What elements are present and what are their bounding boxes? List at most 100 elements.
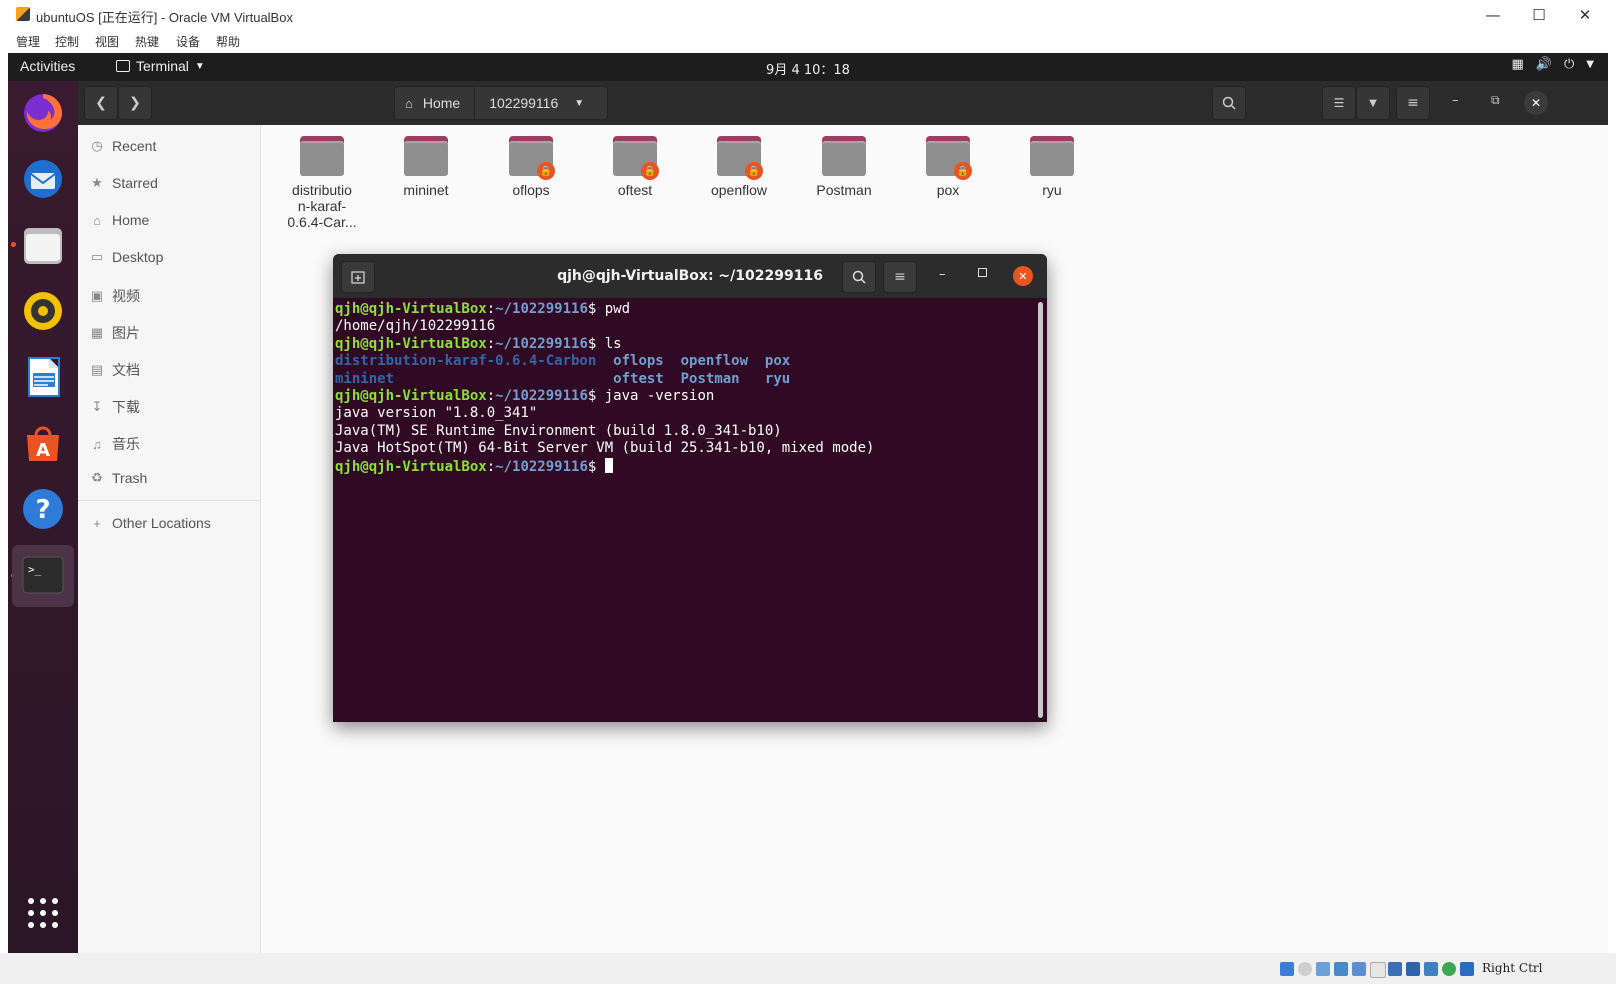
menu-view[interactable]: 视图 — [95, 33, 119, 50]
network-icon[interactable] — [1334, 962, 1348, 976]
close-button[interactable]: ✕ — [1562, 0, 1608, 30]
folder-icon — [822, 136, 866, 176]
system-tray[interactable]: ▦ 🔊 ⏻ ▼ — [1512, 57, 1594, 72]
files-close-button[interactable]: ✕ — [1524, 91, 1548, 115]
files-icon[interactable] — [19, 221, 67, 269]
folder-item[interactable]: 🔒 openflow — [687, 136, 791, 198]
terminal-headerbar: qjh@qjh-VirtualBox: ~/102299116 ≡ – ✕ — [333, 254, 1047, 298]
folder-item[interactable]: 🔒 oftest — [583, 136, 687, 198]
terminal-maximize-button[interactable] — [978, 268, 987, 277]
folder-item[interactable]: ryu — [1000, 136, 1104, 198]
caret-down-icon: ▼ — [1369, 97, 1377, 109]
files-minimize-button[interactable]: – — [1452, 93, 1459, 108]
recording-icon[interactable] — [1406, 962, 1420, 976]
path-bar: ⌂ Home 102299116 ▼ — [394, 86, 608, 120]
rhythmbox-icon[interactable] — [19, 287, 67, 335]
optical-drive-icon[interactable] — [1298, 962, 1312, 976]
folder-item[interactable]: Postman — [792, 136, 896, 198]
terminal-menu-button[interactable]: ≡ — [883, 261, 917, 293]
sidebar-item-videos[interactable]: ▣ 视频 — [90, 286, 140, 306]
sidebar-item-other-locations[interactable]: + Other Locations — [90, 515, 211, 531]
files-restore-button[interactable]: ⧉ — [1491, 93, 1500, 108]
shared-folders-icon[interactable] — [1370, 962, 1386, 978]
firefox-icon[interactable] — [19, 89, 67, 137]
path-separator — [474, 87, 476, 119]
help-icon[interactable]: ? — [19, 485, 67, 533]
usb-icon[interactable] — [1352, 962, 1366, 976]
menu-control[interactable]: 控制 — [55, 33, 79, 50]
terminal-output-line: Java(TM) SE Runtime Environment (build 1… — [335, 422, 782, 439]
sidebar-item-label: 图片 — [112, 325, 140, 341]
sidebar-item-starred[interactable]: ★ Starred — [90, 175, 158, 191]
ubuntu-software-icon[interactable]: A — [19, 419, 67, 467]
sidebar-item-trash[interactable]: ♻ Trash — [90, 470, 147, 486]
sidebar-item-label: Trash — [112, 470, 148, 486]
show-applications-icon[interactable] — [19, 889, 67, 937]
audio-icon[interactable] — [1316, 962, 1330, 976]
sidebar-item-home[interactable]: ⌂ Home — [90, 212, 149, 228]
thunderbird-icon[interactable] — [19, 155, 67, 203]
folder-item[interactable]: 🔒 oflops — [479, 136, 583, 198]
files-sidebar: ◷ Recent ★ Starred ⌂ Home ▭ Desktop ▣ 视频 ▦ 图片 … — [78, 125, 261, 953]
sidebar-item-desktop[interactable]: ▭ Desktop — [90, 249, 164, 265]
folder-icon: 🔒 — [717, 136, 763, 180]
menu-hotkeys[interactable]: 热键 — [135, 33, 159, 50]
folder-item[interactable]: distributio n-karaf- 0.6.4-Car... — [270, 136, 374, 230]
sidebar-item-documents[interactable]: ▤ 文档 — [90, 360, 140, 380]
terminal-scrollbar[interactable] — [1038, 302, 1043, 718]
folder-item[interactable]: mininet — [374, 136, 478, 198]
terminal-search-button[interactable] — [842, 261, 876, 293]
home-icon: ⌂ — [93, 212, 101, 228]
search-button[interactable] — [1212, 86, 1246, 120]
folder-label: mininet — [403, 182, 449, 198]
hamburger-icon: ≡ — [894, 269, 906, 285]
running-indicator — [11, 242, 16, 247]
display-icon[interactable] — [1388, 962, 1402, 976]
sidebar-divider — [78, 500, 260, 501]
menu-help[interactable]: 帮助 — [216, 33, 240, 50]
power-icon: ⏻ — [1564, 57, 1575, 72]
terminal-output[interactable]: qjh@qjh-VirtualBox:~/102299116$ pwd/home… — [335, 301, 1035, 721]
svg-text:A: A — [36, 440, 50, 461]
view-options-button[interactable]: ▼ — [1356, 86, 1390, 120]
hard-disk-icon[interactable] — [1280, 962, 1294, 976]
chevron-left-icon: ❮ — [95, 95, 107, 111]
sidebar-item-recent[interactable]: ◷ Recent — [90, 138, 156, 154]
folder-label: distributio n-karaf- 0.6.4-Car... — [287, 182, 357, 230]
maximize-button[interactable]: ☐ — [1516, 0, 1562, 30]
path-home[interactable]: Home — [423, 95, 460, 111]
svg-text:>_: >_ — [28, 563, 42, 576]
menu-button[interactable]: ≡ — [1396, 86, 1430, 120]
cpu-icon[interactable] — [1424, 962, 1438, 976]
path-current[interactable]: 102299116 — [489, 95, 558, 111]
music-icon: ♫ — [92, 436, 102, 452]
terminal-close-button[interactable]: ✕ — [1013, 266, 1033, 286]
libreoffice-writer-icon[interactable] — [19, 353, 67, 401]
sidebar-item-downloads[interactable]: ↧ 下载 — [90, 397, 140, 417]
terminal-minimize-button[interactable]: – — [939, 267, 946, 282]
terminal-icon[interactable]: >_ — [19, 551, 67, 599]
back-button[interactable]: ❮ — [84, 86, 118, 120]
list-view-button[interactable]: ☰ — [1322, 86, 1356, 120]
vbox-statusbar: Right Ctrl — [0, 953, 1616, 984]
folder-icon — [300, 136, 344, 176]
dock: A ? >_ — [8, 81, 78, 953]
caret-down-icon[interactable]: ▼ — [574, 98, 584, 109]
menu-manage[interactable]: 管理 — [16, 33, 40, 50]
clock[interactable]: 9月 4 10：18 — [8, 59, 1608, 78]
hamburger-icon: ≡ — [1407, 95, 1419, 111]
lock-icon: 🔒 — [954, 162, 972, 180]
menu-devices[interactable]: 设备 — [176, 33, 200, 50]
folder-item[interactable]: 🔒 pox — [896, 136, 1000, 198]
minimize-button[interactable]: — — [1470, 0, 1516, 30]
sidebar-item-pictures[interactable]: ▦ 图片 — [90, 323, 140, 343]
sidebar-item-music[interactable]: ♫ 音乐 — [90, 434, 140, 454]
mouse-integration-icon[interactable] — [1460, 962, 1474, 976]
terminal-window[interactable]: qjh@qjh-VirtualBox: ~/102299116 ≡ – ✕ qj… — [333, 254, 1047, 722]
lock-icon: 🔒 — [641, 162, 659, 180]
trash-icon: ♻ — [91, 470, 103, 485]
guest-additions-icon[interactable] — [1442, 962, 1456, 976]
folder-label: oftest — [617, 182, 653, 198]
forward-button[interactable]: ❯ — [118, 86, 152, 120]
star-icon: ★ — [91, 175, 103, 190]
